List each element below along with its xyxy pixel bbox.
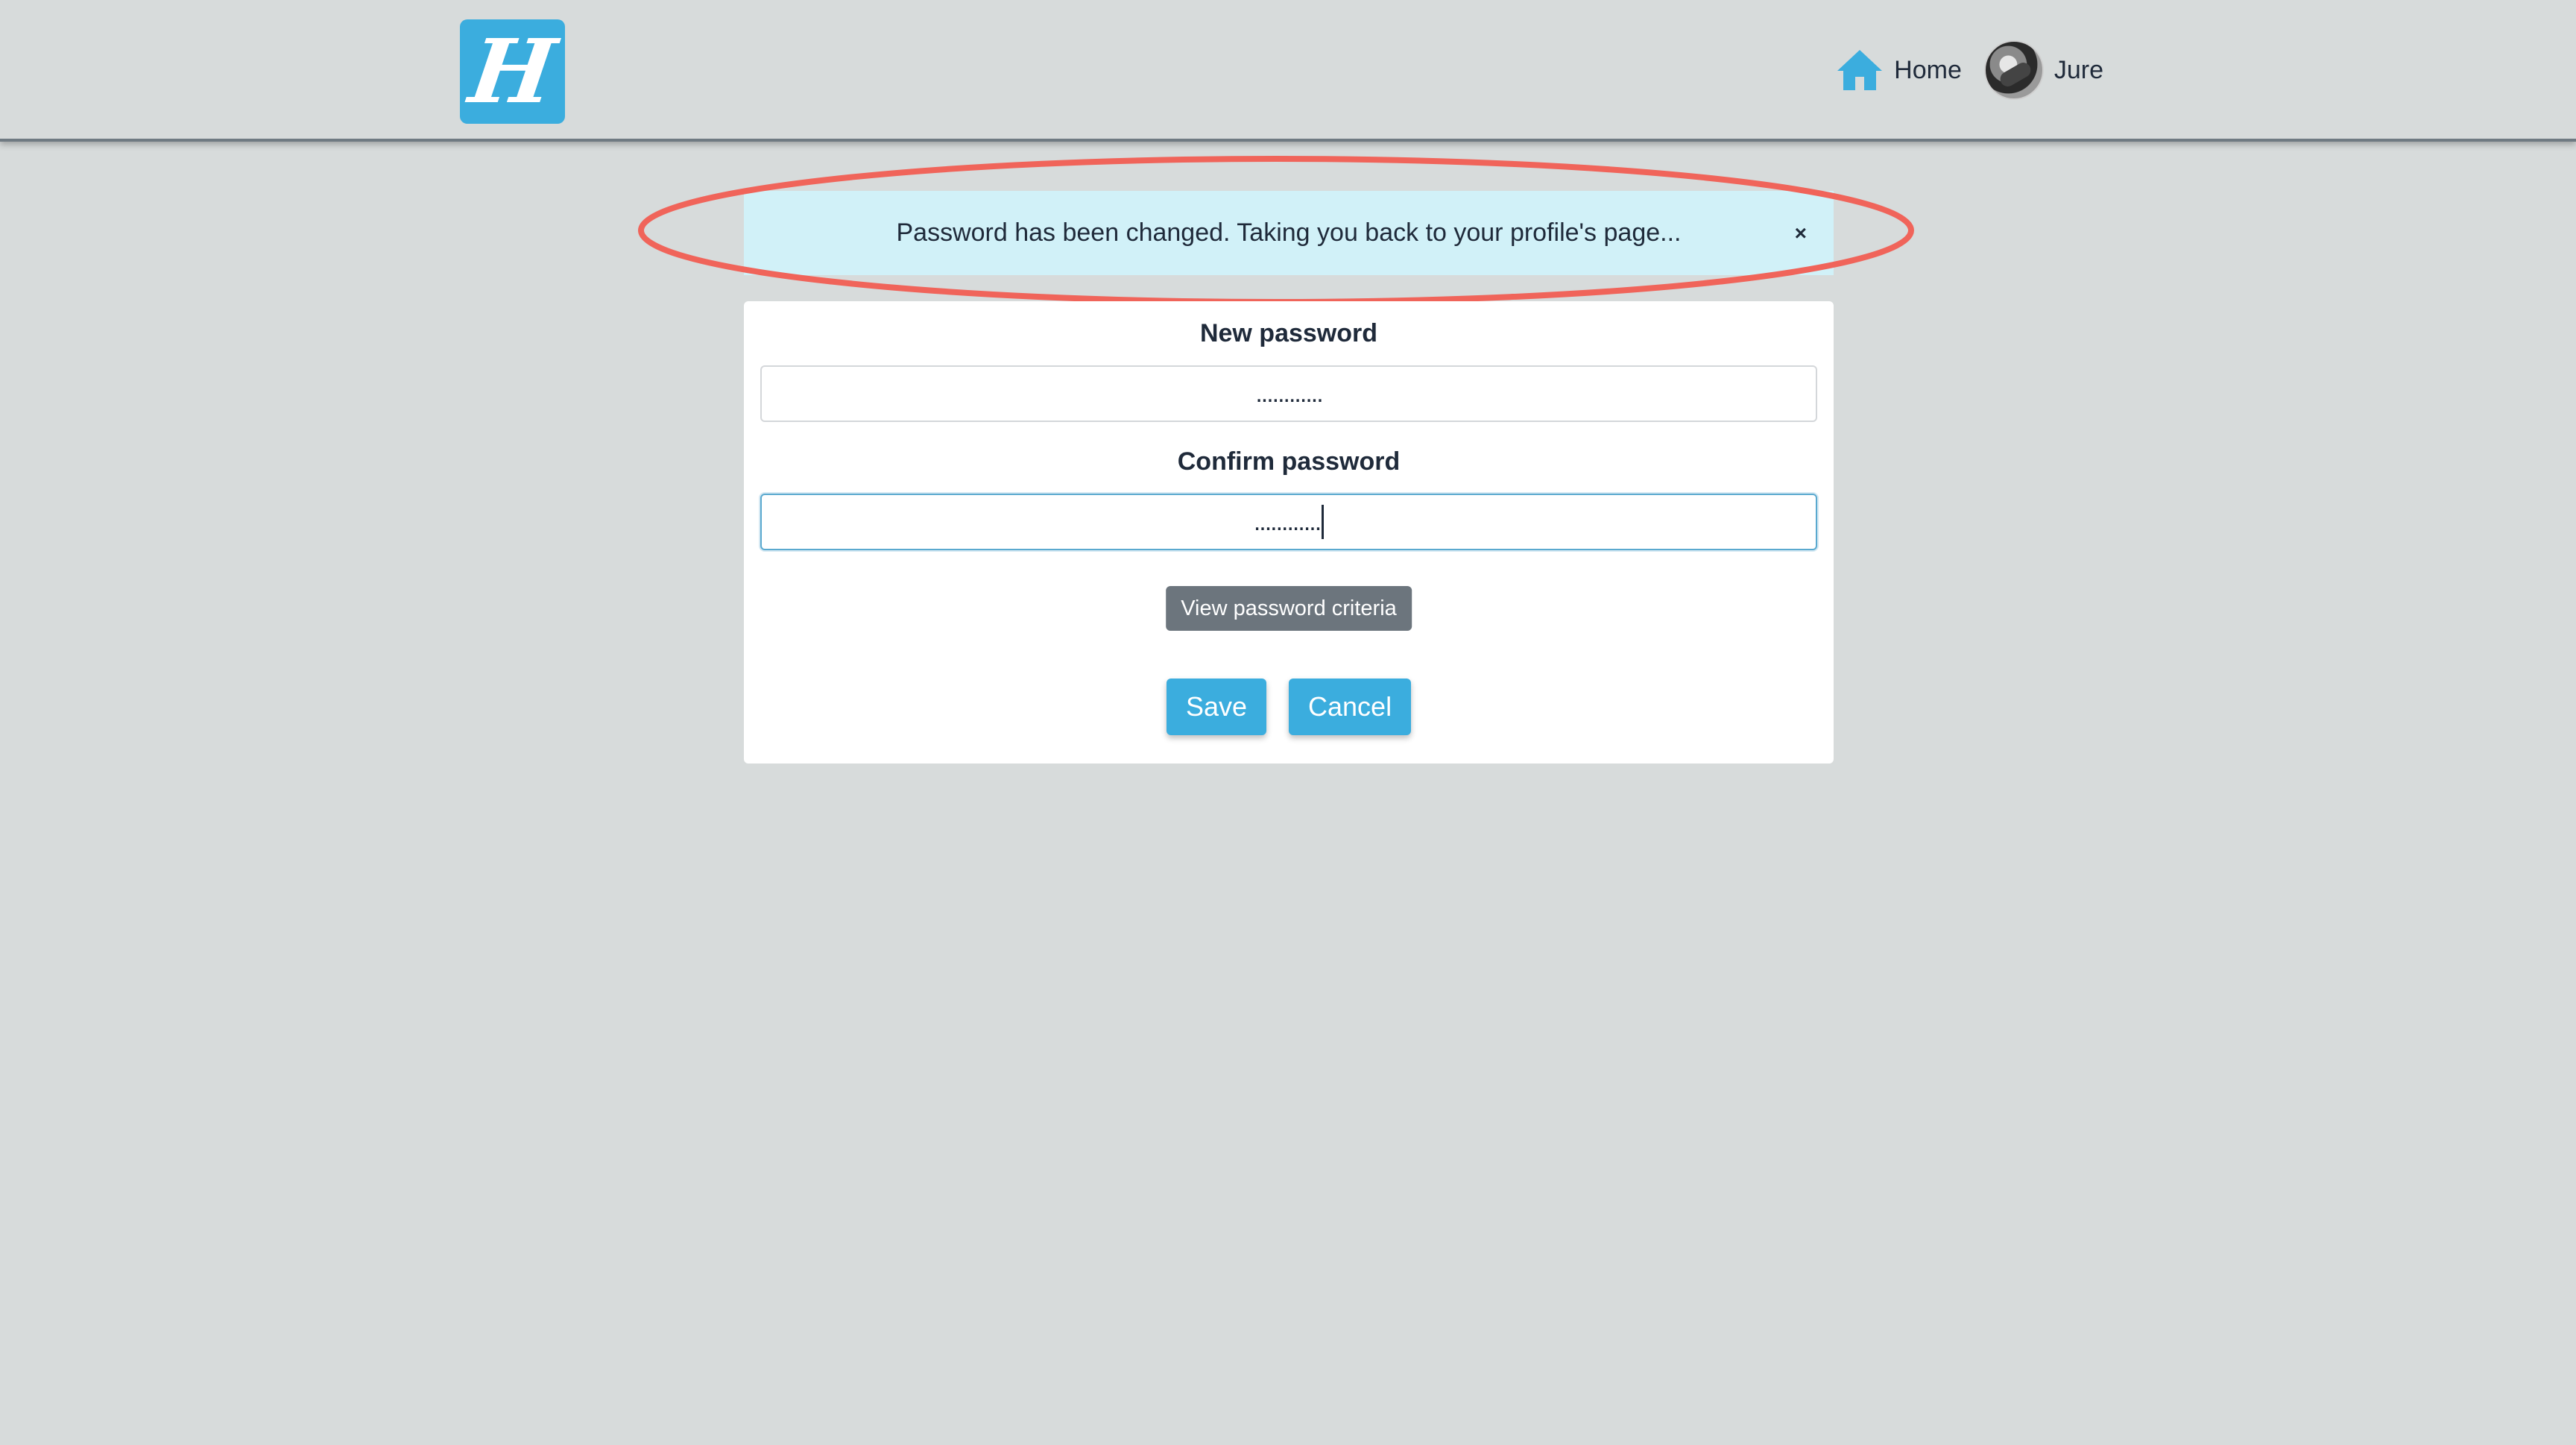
nav-home-label: Home <box>1894 55 1962 84</box>
cancel-button[interactable]: Cancel <box>1289 679 1412 735</box>
nav-user-link[interactable]: Jure <box>1983 40 2103 100</box>
alert-message: Password has been changed. Taking you ba… <box>896 218 1682 247</box>
confirm-password-label: Confirm password <box>1177 447 1401 476</box>
password-card: New password ............ Confirm passwo… <box>744 301 1834 764</box>
nav-user-label: Jure <box>2053 55 2103 84</box>
logo-letter: H <box>464 19 562 123</box>
new-password-value: ............ <box>1255 379 1323 408</box>
avatar <box>1983 40 2044 100</box>
confirm-password-value: ............ <box>1253 507 1322 536</box>
success-alert: Password has been changed. Taking you ba… <box>744 191 1834 275</box>
close-icon[interactable]: × <box>1795 222 1807 244</box>
logo[interactable]: H <box>460 19 565 124</box>
nav-home-link[interactable]: Home <box>1836 48 1962 92</box>
new-password-input[interactable]: ............ <box>760 365 1817 422</box>
action-buttons: Save Cancel <box>744 679 1834 735</box>
navbar: H Home Jure <box>0 0 2576 142</box>
text-caret <box>1322 505 1325 539</box>
nav-right: Home Jure <box>1836 39 2103 101</box>
confirm-password-input[interactable]: ............ <box>760 494 1817 550</box>
save-button[interactable]: Save <box>1166 679 1266 735</box>
view-password-criteria-button[interactable]: View password criteria <box>1166 586 1412 631</box>
home-icon <box>1836 48 1884 92</box>
new-password-label: New password <box>1199 319 1378 347</box>
